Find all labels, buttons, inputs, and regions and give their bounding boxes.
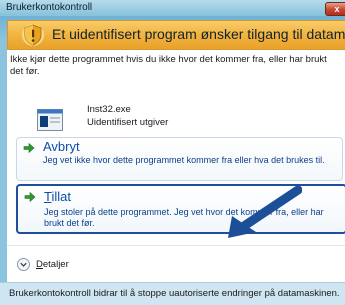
green-arrow-icon — [23, 142, 35, 154]
application-icon — [37, 109, 63, 131]
footer: Brukerkontokontroll bidrar til å stoppe … — [0, 282, 345, 305]
warning-banner: Et uidentifisert program ønsker tilgang … — [7, 20, 345, 50]
shield-warning-icon — [22, 24, 44, 46]
dialog-content: Ikke kjør dette programmet hvis du ikke … — [7, 50, 345, 282]
program-name: Inst32.exe — [87, 104, 131, 115]
cancel-option-title: Avbryt — [43, 139, 80, 154]
footer-text: Brukerkontokontroll bidrar til å stoppe … — [9, 288, 340, 299]
details-label: Detaljer — [36, 259, 69, 270]
allow-option-title: Tillat — [44, 189, 71, 204]
banner-text: Et uidentifisert program ønsker tilgang … — [52, 26, 345, 42]
window-title: Brukerkontokontroll — [6, 2, 93, 13]
cancel-option-description: Jeg vet ikke hvor dette programmet komme… — [43, 155, 325, 165]
uac-dialog: Brukerkontokontroll x Et uidentifisert p… — [0, 0, 345, 305]
divider — [7, 245, 345, 246]
warning-description: Ikke kjør dette programmet hvis du ikke … — [10, 54, 327, 77]
green-arrow-icon — [24, 191, 36, 203]
chevron-down-icon — [17, 258, 30, 271]
close-button[interactable]: x — [325, 2, 345, 16]
title-bar: Brukerkontokontroll x — [0, 0, 345, 16]
pointer-arrow-icon — [228, 186, 302, 238]
program-publisher: Uidentifisert utgiver — [87, 117, 169, 128]
cancel-option-button[interactable]: Avbryt Jeg vet ikke hvor dette programme… — [16, 137, 343, 181]
